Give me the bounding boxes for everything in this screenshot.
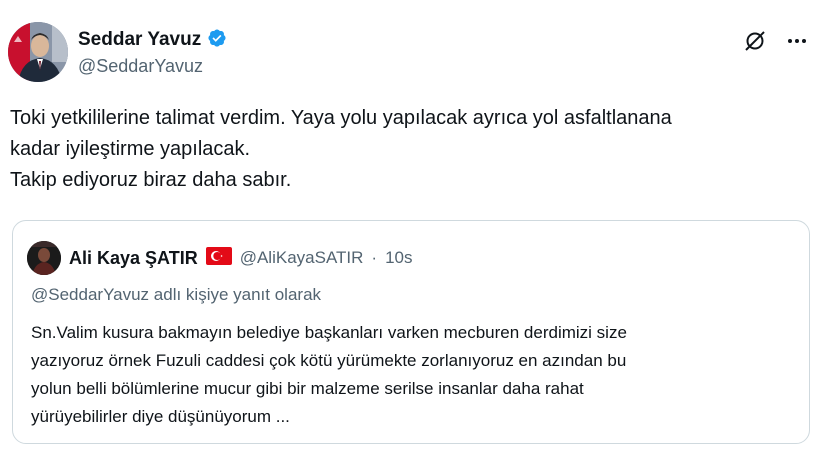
tweet-text-line: kadar iyileştirme yapılacak. <box>10 138 251 160</box>
quoted-tweet-header: Ali Kaya ŞATIR @AliKayaSATIR · 10s <box>27 241 413 275</box>
quoted-author-avatar[interactable] <box>27 241 61 275</box>
author-avatar[interactable] <box>8 22 68 82</box>
quoted-tweet[interactable]: Ali Kaya ŞATIR @AliKayaSATIR · 10s @Sedd… <box>12 220 810 444</box>
quoted-handle[interactable]: @AliKayaSATIR <box>240 248 364 268</box>
quoted-display-name[interactable]: Ali Kaya ŞATIR <box>69 248 198 269</box>
quoted-timestamp[interactable]: 10s <box>385 248 412 268</box>
author-handle[interactable]: @SeddarYavuz <box>78 56 227 77</box>
author-names: Seddar Yavuz @SeddarYavuz <box>78 28 227 77</box>
verified-badge-icon <box>207 28 227 53</box>
quoted-text-line: yolun belli bölümlerine mucur gibi bir m… <box>31 379 584 398</box>
grok-icon[interactable] <box>742 28 768 54</box>
turkey-flag-icon <box>205 246 232 270</box>
header-actions <box>742 28 810 54</box>
quoted-text-line: yürüyebilirler diye düşünüyorum ... <box>31 407 290 426</box>
more-icon[interactable] <box>784 28 810 54</box>
quoted-text-line: Sn.Valim kusura bakmayın belediye başkan… <box>31 323 627 342</box>
tweet-text: Toki yetkililerine talimat verdim. Yaya … <box>10 103 810 196</box>
quoted-avatar-image <box>27 241 61 275</box>
author-display-name[interactable]: Seddar Yavuz <box>78 29 201 51</box>
author-avatar-image <box>8 22 68 82</box>
quoted-text-line: yazıyoruz örnek Fuzuli caddesi çok kötü … <box>31 351 627 370</box>
tweet-card: Seddar Yavuz @SeddarYavuz Toki yetkilile… <box>0 0 826 466</box>
tweet-text-line: Toki yetkililerine talimat verdim. Yaya … <box>10 107 672 129</box>
quoted-separator: · <box>371 248 378 267</box>
quoted-tweet-text: Sn.Valim kusura bakmayın belediye başkan… <box>31 319 627 431</box>
tweet-text-line: Takip ediyoruz biraz daha sabır. <box>10 169 292 191</box>
tweet-header: Seddar Yavuz @SeddarYavuz <box>8 22 810 84</box>
reply-context: @SeddarYavuz adlı kişiye yanıt olarak <box>31 285 322 304</box>
